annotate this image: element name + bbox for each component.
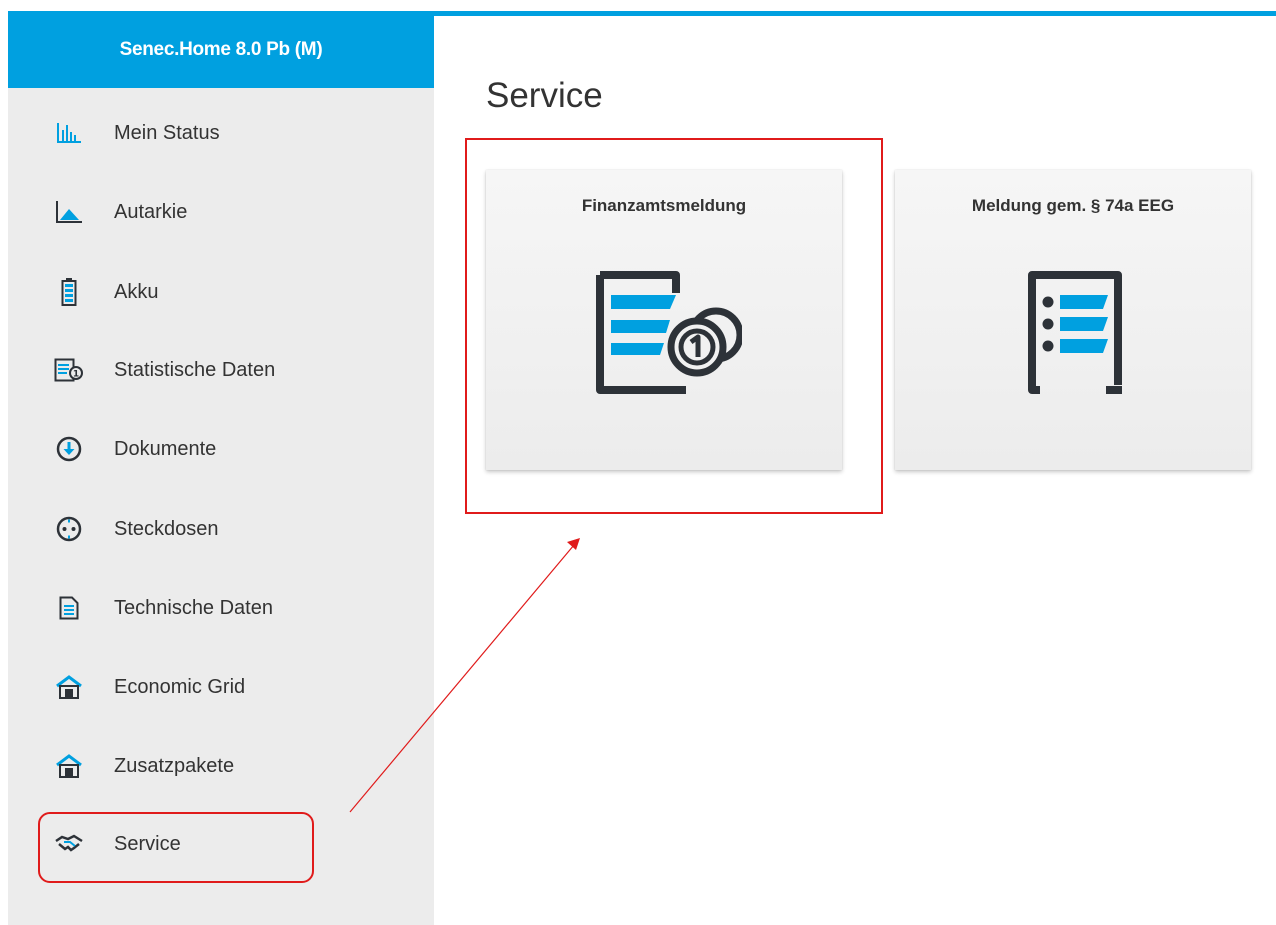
document-icon xyxy=(54,593,84,623)
sidebar-item-label: Statistische Daten xyxy=(114,358,276,381)
bar-chart-icon xyxy=(54,118,84,148)
top-bar xyxy=(0,0,1276,11)
house-package-icon xyxy=(54,751,84,781)
sidebar-item-label: Economic Grid xyxy=(114,675,246,698)
sidebar-item-statistische-daten[interactable]: 1 Statistische Daten xyxy=(8,340,434,400)
sidebar-item-akku[interactable]: Akku xyxy=(8,262,434,322)
tile-meldung-eeg[interactable]: Meldung gem. § 74a EEG xyxy=(895,170,1251,470)
sidebar-item-label: Steckdosen xyxy=(114,517,219,540)
sidebar-item-label: Akku xyxy=(114,280,159,303)
sidebar-item-label: Technische Daten xyxy=(114,596,273,619)
sidebar-item-dokumente[interactable]: Dokumente xyxy=(8,419,434,479)
sidebar-item-label: Autarkie xyxy=(114,200,188,223)
sidebar-item-label: Zusatzpakete xyxy=(114,754,235,777)
page-title: Service xyxy=(486,76,603,115)
list-document-icon xyxy=(895,265,1251,395)
sidebar-item-steckdosen[interactable]: Steckdosen xyxy=(8,499,434,559)
sidebar-item-technische-daten[interactable]: Technische Daten xyxy=(8,578,434,638)
download-circle-icon xyxy=(54,434,84,464)
accent-line xyxy=(433,11,1276,16)
sidebar-item-service[interactable]: Service xyxy=(8,814,434,874)
statistics-document-icon: 1 xyxy=(54,355,84,385)
sidebar-item-economic-grid[interactable]: Economic Grid xyxy=(8,657,434,717)
battery-icon xyxy=(54,277,84,307)
tax-document-coin-icon xyxy=(486,265,842,395)
sidebar-item-mein-status[interactable]: Mein Status xyxy=(8,103,434,163)
tile-finanzamtsmeldung[interactable]: Finanzamtsmeldung xyxy=(486,170,842,470)
sidebar-title: Senec.Home 8.0 Pb (M) xyxy=(8,11,434,88)
sidebar-item-zusatzpakete[interactable]: Zusatzpakete xyxy=(8,736,434,796)
svg-text:1: 1 xyxy=(73,370,79,380)
sidebar-item-autarkie[interactable]: Autarkie xyxy=(8,182,434,242)
house-grid-icon xyxy=(54,672,84,702)
area-chart-icon xyxy=(54,197,84,227)
sidebar-item-label: Mein Status xyxy=(114,121,220,144)
sidebar: Senec.Home 8.0 Pb (M) Mein Status Autark… xyxy=(8,11,434,925)
tile-title: Finanzamtsmeldung xyxy=(581,196,747,215)
power-socket-icon xyxy=(54,514,84,544)
sidebar-item-label: Service xyxy=(114,832,181,855)
sidebar-item-label: Dokumente xyxy=(114,437,217,460)
handshake-icon xyxy=(54,829,84,859)
tile-title: Meldung gem. § 74a EEG xyxy=(971,196,1175,215)
